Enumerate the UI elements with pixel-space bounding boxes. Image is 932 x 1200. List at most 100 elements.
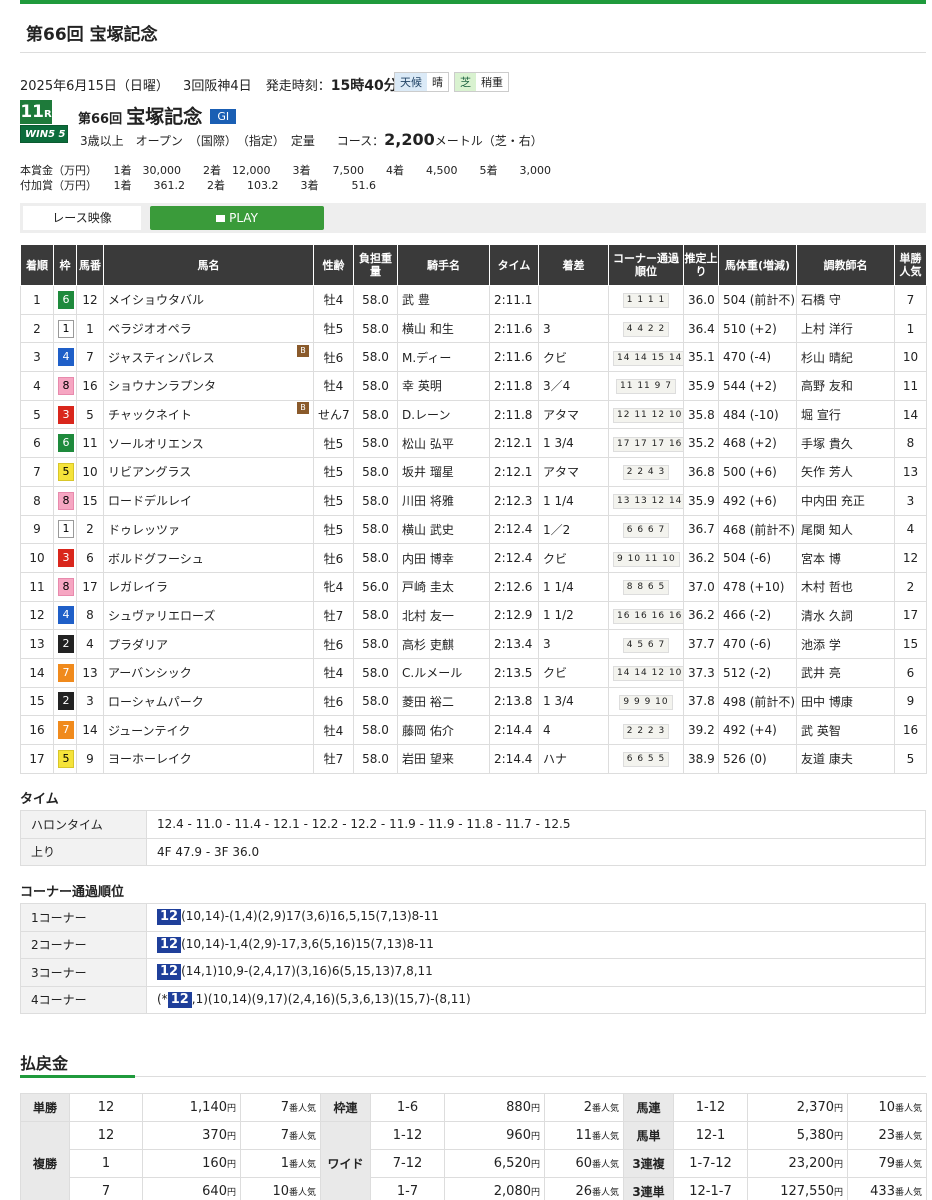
- corner-row: 2コーナー 12 (10,14)-1,4(2,9)-17,3,6(5,16)15(7…: [20, 930, 926, 959]
- jockey-link[interactable]: 戸崎 圭太: [402, 580, 454, 594]
- popularity-unit: 番人気: [591, 1104, 619, 1114]
- corner-positions: 6 6 6 7: [622, 522, 670, 538]
- trainer-link[interactable]: 中内田 充正: [801, 494, 865, 508]
- corner-rest: ,1)(10,14)(9,17)(2,4,16)(5,3,6,13)(15,7)…: [191, 991, 471, 1006]
- win-popularity: 15: [894, 629, 927, 659]
- horse-name-link[interactable]: ドゥレッツァ: [108, 523, 180, 537]
- finish-time: 2:11.6: [489, 313, 539, 344]
- wide-amount: 960円: [444, 1121, 545, 1150]
- margin: クビ: [538, 543, 609, 573]
- carried-weight: 58.0: [353, 371, 398, 401]
- jockey-link[interactable]: 横山 武史: [402, 523, 454, 537]
- horse-name-link[interactable]: リビアングラス: [108, 465, 191, 479]
- jockey-link[interactable]: C.ルメール: [402, 666, 462, 680]
- trainer-link[interactable]: 矢作 芳人: [801, 465, 853, 479]
- horse-name-link[interactable]: シュヴァリエローズ: [108, 609, 215, 623]
- jockey-cell: 松山 弘平: [397, 428, 490, 459]
- table-row: 3 4 7 ジャスティンパレス B 牡6 58.0 M.ディー 2:11.6 クビ 14 14 15…: [20, 342, 927, 373]
- horse-name-link[interactable]: ジューンテイク: [108, 724, 190, 738]
- jockey-link[interactable]: 松山 弘平: [402, 437, 454, 451]
- horse-name-link[interactable]: ソールオリエンス: [108, 437, 204, 451]
- jockey-cell: D.レーン: [397, 399, 490, 430]
- table-row: 2 1 1 ベラジオオペラ 牡5 58.0 横山 和生 2:11.6 3 4 4 2 2 36.4 5…: [20, 313, 927, 344]
- win-popularity: 13: [894, 457, 927, 487]
- sanrenpuku-popularity: 79番人気: [847, 1149, 927, 1178]
- horse-name-link[interactable]: ジャスティンパレス: [108, 351, 215, 365]
- jockey-link[interactable]: 藤岡 佑介: [402, 724, 454, 738]
- trainer-link[interactable]: 堀 宣行: [801, 408, 841, 422]
- corner-cell: 13 13 12 14: [608, 485, 684, 516]
- corner-cell: 1 1 1 1: [608, 285, 684, 315]
- horse-name-link[interactable]: メイショウタバル: [108, 293, 204, 307]
- horse-name-link[interactable]: ヨーホーレイク: [108, 752, 192, 766]
- last-3f: 36.2: [683, 543, 719, 573]
- horse-name-link[interactable]: ショウナンラプンタ: [108, 379, 216, 393]
- jockey-link[interactable]: M.ディー: [402, 351, 451, 365]
- payout-title-underline: [20, 1075, 135, 1078]
- trainer-link[interactable]: 田中 博康: [801, 695, 853, 709]
- corner-positions: 8 8 6 5: [622, 580, 670, 596]
- wide-number: 1-7: [370, 1177, 445, 1200]
- popularity-value: 79: [878, 1156, 895, 1171]
- carried-weight: 58.0: [353, 715, 398, 745]
- trainer-link[interactable]: 宮本 博: [801, 552, 841, 566]
- corner-cell: 17 17 17 16: [608, 428, 684, 459]
- trainer-link[interactable]: 木村 哲也: [801, 580, 853, 594]
- jockey-cell: 戸崎 圭太: [397, 571, 490, 602]
- trainer-link[interactable]: 石橋 守: [801, 293, 841, 307]
- race-conditions: 3歳以上 オープン （国際） （指定） 定量: [80, 134, 315, 148]
- trainer-link[interactable]: 武 英智: [801, 724, 841, 738]
- jockey-link[interactable]: 北村 友一: [402, 609, 454, 623]
- trainer-link[interactable]: 池添 学: [801, 638, 841, 652]
- horse-name-link[interactable]: アーバンシック: [108, 666, 192, 680]
- trainer-link[interactable]: 武井 亮: [801, 666, 841, 680]
- race-name: 宝塚記念: [126, 106, 203, 128]
- post-label: 発走時刻：: [265, 79, 331, 94]
- finish-position: 5: [20, 399, 54, 430]
- jockey-link[interactable]: 武 豊: [402, 293, 430, 307]
- win-popularity: 16: [894, 715, 927, 745]
- umaren-popularity: 10番人気: [847, 1093, 927, 1122]
- jockey-link[interactable]: 川田 将雅: [402, 494, 454, 508]
- finish-time: 2:14.4: [489, 744, 539, 774]
- jockey-link[interactable]: 菱田 裕二: [402, 695, 454, 709]
- trainer-link[interactable]: 高野 友和: [801, 379, 853, 393]
- waku-badge: 1: [58, 319, 74, 338]
- play-button[interactable]: PLAY: [150, 206, 324, 230]
- prize-line-added: 付加賞（万円） 1着 361.2 2着 103.2 3着 51.6: [20, 179, 376, 192]
- trainer-link[interactable]: 尾関 知人: [801, 523, 853, 537]
- last-3f: 38.9: [683, 744, 719, 774]
- jockey-link[interactable]: 内田 博幸: [402, 552, 454, 566]
- jockey-link[interactable]: 高杉 吏麒: [402, 638, 454, 652]
- jockey-link[interactable]: 坂井 瑠星: [402, 465, 454, 479]
- jockey-link[interactable]: D.レーン: [402, 408, 450, 422]
- payout-title: 払戻金: [20, 1054, 69, 1073]
- corner-cell: 2 2 2 3: [608, 715, 684, 745]
- course-label: コース：: [336, 134, 385, 148]
- trainer-link[interactable]: 友道 康夫: [801, 752, 853, 766]
- divider: [20, 1076, 926, 1077]
- trainer-link[interactable]: 手塚 貴久: [801, 437, 853, 451]
- jockey-link[interactable]: 岩田 望来: [402, 752, 454, 766]
- horse-name-link[interactable]: プラダリア: [108, 638, 168, 652]
- trainer-link[interactable]: 杉山 晴紀: [801, 351, 853, 365]
- corner-label: 1コーナー: [20, 903, 147, 932]
- trainer-link[interactable]: 清水 久詞: [801, 609, 853, 623]
- horse-name-link[interactable]: レガレイラ: [108, 580, 168, 594]
- carried-weight: 58.0: [353, 285, 398, 315]
- table-row: 5 3 5 チャックネイト B せん7 58.0 D.レーン 2:11.8 アタマ 12 11 12…: [20, 399, 927, 430]
- horse-number: 2: [76, 514, 104, 545]
- jockey-link[interactable]: 幸 英明: [402, 379, 442, 393]
- sex-age: 牡4: [313, 285, 354, 315]
- jockey-link[interactable]: 横山 和生: [402, 322, 454, 336]
- horse-name-link[interactable]: チャックネイト: [108, 408, 192, 422]
- corner-positions: 14 14 15 14: [613, 350, 683, 366]
- horse-name-link[interactable]: ボルドグフーシュ: [108, 552, 204, 566]
- corner-order: 12 (10,14)-(1,4)(2,9)17(3,6)16,5,15(7,13)…: [146, 903, 926, 932]
- trainer-link[interactable]: 上村 洋行: [801, 322, 853, 336]
- popularity-value: 7: [280, 1100, 289, 1115]
- yen-unit: 円: [833, 1160, 843, 1170]
- horse-name-link[interactable]: ロードデルレイ: [108, 494, 192, 508]
- horse-name-link[interactable]: ローシャムパーク: [108, 695, 204, 709]
- horse-name-link[interactable]: ベラジオオペラ: [108, 322, 192, 336]
